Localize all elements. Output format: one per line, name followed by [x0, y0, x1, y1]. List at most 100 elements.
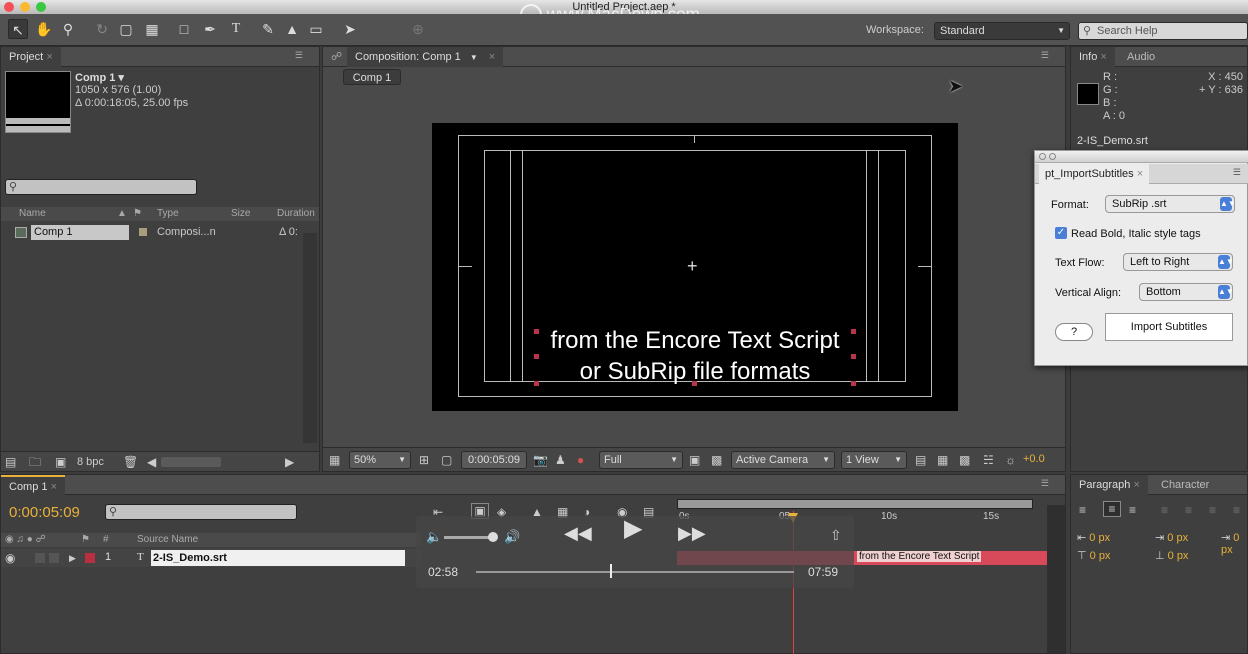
tab-info[interactable]: Info ×: [1071, 47, 1115, 67]
snapshot-camera-icon[interactable]: 📷: [533, 453, 548, 467]
scroll-right-icon[interactable]: ▶: [285, 455, 294, 469]
scrub-thumb[interactable]: [609, 564, 612, 578]
align-left-icon[interactable]: ≡: [1079, 503, 1086, 517]
interpret-footage-icon[interactable]: ▤: [5, 455, 16, 469]
tab-timeline-comp1[interactable]: Comp 1 ×: [1, 475, 66, 495]
camera-tool-icon[interactable]: ▢: [116, 19, 136, 39]
column-number[interactable]: #: [103, 533, 109, 547]
always-preview-icon[interactable]: ▦: [329, 453, 340, 467]
lock-icon[interactable]: ☍: [331, 50, 342, 63]
brush-tool-icon[interactable]: ✎: [258, 19, 278, 39]
bit-depth-button[interactable]: 8 bpc: [77, 456, 104, 468]
tab-import-subtitles[interactable]: pt_ImportSubtitles ×: [1039, 164, 1150, 184]
show-snapshot-icon[interactable]: ♟: [555, 453, 566, 467]
panel-menu-icon[interactable]: ☰: [295, 50, 303, 61]
zoom-tool-icon[interactable]: ⚲: [58, 19, 78, 39]
pen-tool-icon[interactable]: ✒: [200, 19, 220, 39]
safe-margins-icon[interactable]: ⊞: [419, 453, 429, 467]
justify-all-icon[interactable]: ≡: [1233, 503, 1240, 517]
play-icon[interactable]: ▶: [624, 517, 642, 541]
flowchart-icon[interactable]: ☵: [983, 453, 994, 467]
horizontal-scrollbar[interactable]: [161, 457, 221, 467]
layer-label-color[interactable]: [85, 553, 95, 563]
timeline-icon[interactable]: ▩: [959, 453, 970, 467]
volume-low-icon[interactable]: 🔈: [426, 530, 442, 544]
comp-name[interactable]: Comp 1 ▾: [75, 71, 124, 84]
exposure-icon[interactable]: ☼: [1005, 453, 1016, 467]
rewind-icon[interactable]: ◀◀: [564, 524, 592, 542]
column-size[interactable]: Size: [231, 207, 250, 221]
lock-toggle[interactable]: [49, 553, 59, 563]
new-folder-icon[interactable]: 🗀: [29, 455, 41, 469]
text-flow-select[interactable]: Left to Right ▲▼: [1123, 253, 1234, 271]
label-tag-icon[interactable]: ⚑: [133, 207, 142, 221]
volume-high-icon[interactable]: 🔊: [504, 530, 520, 544]
align-right-icon[interactable]: ≡: [1129, 503, 1136, 517]
transform-handle[interactable]: [534, 354, 539, 359]
space-before-field[interactable]: ⊤ 0 px: [1077, 549, 1110, 562]
column-duration[interactable]: Duration: [277, 207, 315, 221]
justify-last-left-icon[interactable]: ≡: [1161, 503, 1168, 517]
project-row-comp1[interactable]: Comp 1 Composi...n Δ 0:: [1, 224, 303, 242]
solo-toggle[interactable]: [35, 553, 45, 563]
project-search-input[interactable]: ⚲: [5, 179, 197, 195]
region-of-interest-icon[interactable]: ▣: [689, 453, 700, 467]
first-line-indent-field[interactable]: ⇥ 0 px: [1221, 531, 1247, 556]
label-color-swatch[interactable]: [139, 228, 147, 236]
transform-handle[interactable]: [851, 354, 856, 359]
visibility-eye-icon[interactable]: ◉: [5, 551, 15, 565]
indent-right-field[interactable]: ⇥ 0 px: [1155, 531, 1188, 544]
comp-breadcrumb[interactable]: Comp 1: [343, 69, 401, 85]
scrub-track[interactable]: [476, 571, 794, 573]
import-subtitles-button[interactable]: Import Subtitles: [1105, 313, 1233, 341]
tab-audio[interactable]: Audio: [1119, 47, 1163, 67]
camera-view-select[interactable]: Active Camera ▼: [731, 451, 835, 469]
tab-character[interactable]: Character: [1153, 475, 1217, 495]
transform-handle[interactable]: [534, 381, 539, 386]
column-source-name[interactable]: Source Name: [137, 533, 198, 547]
panel-menu-icon[interactable]: ☰: [1041, 50, 1049, 61]
volume-knob[interactable]: [488, 532, 498, 542]
help-button[interactable]: ?: [1055, 323, 1093, 341]
rotate-tool-icon[interactable]: ↻: [92, 19, 112, 39]
trash-icon[interactable]: 🗑: [123, 455, 138, 469]
transform-handle[interactable]: [692, 381, 697, 386]
timeline-timecode[interactable]: 0:00:05:09: [9, 504, 80, 521]
align-center-icon[interactable]: ≡: [1103, 501, 1121, 517]
close-window-button[interactable]: [4, 2, 14, 12]
panel-menu-icon[interactable]: ☰: [1041, 478, 1049, 489]
mask-visibility-icon[interactable]: ▢: [441, 453, 452, 467]
eraser-tool-icon[interactable]: ▭: [306, 19, 326, 39]
share-icon[interactable]: ⇧: [830, 528, 842, 542]
current-time-display[interactable]: 0:00:05:09: [461, 451, 527, 469]
minimize-window-button[interactable]: [20, 2, 30, 12]
vertical-align-select[interactable]: Bottom ▲▼: [1139, 283, 1234, 301]
tab-project[interactable]: Project ×: [1, 47, 61, 67]
project-item-name[interactable]: Comp 1: [31, 225, 129, 240]
timeline-search-input[interactable]: ⚲: [105, 504, 297, 520]
rectangle-tool-icon[interactable]: □: [174, 19, 194, 39]
transform-handle[interactable]: [851, 381, 856, 386]
layer-source-name[interactable]: 2-IS_Demo.srt: [151, 550, 405, 566]
transparency-grid-icon[interactable]: ▩: [711, 453, 722, 467]
expand-triangle-icon[interactable]: ▶: [69, 551, 76, 565]
toggle-pixel-aspect-icon[interactable]: ▤: [915, 453, 926, 467]
pan-behind-tool-icon[interactable]: ▦: [142, 19, 162, 39]
transform-handle[interactable]: [851, 329, 856, 334]
tab-composition[interactable]: Composition: Comp 1 ▼ ×: [347, 47, 504, 67]
bold-italic-checkbox[interactable]: ✓: [1055, 227, 1067, 239]
view-layout-select[interactable]: 1 View ▼: [841, 451, 907, 469]
hand-tool-icon[interactable]: ✋: [34, 19, 54, 39]
search-help-field[interactable]: ⚲ Search Help: [1078, 22, 1248, 40]
magnification-select[interactable]: 50% ▼: [349, 451, 411, 469]
format-select[interactable]: SubRip .srt ▲▼: [1105, 195, 1236, 213]
comp-viewer[interactable]: + from the Encore Text Script or SubRip …: [432, 123, 958, 411]
fast-previews-icon[interactable]: ▦: [937, 453, 948, 467]
layer-row-1[interactable]: ◉ ▶ 1 T 2-IS_Demo.srt: [1, 549, 421, 567]
transform-handle[interactable]: [534, 329, 539, 334]
minimize-dialog-button[interactable]: [1049, 153, 1056, 160]
volume-slider[interactable]: [444, 536, 494, 539]
text-tool-icon[interactable]: T: [226, 19, 246, 39]
exposure-value[interactable]: +0.0: [1023, 453, 1045, 465]
space-after-field[interactable]: ⊥ 0 px: [1155, 549, 1188, 562]
